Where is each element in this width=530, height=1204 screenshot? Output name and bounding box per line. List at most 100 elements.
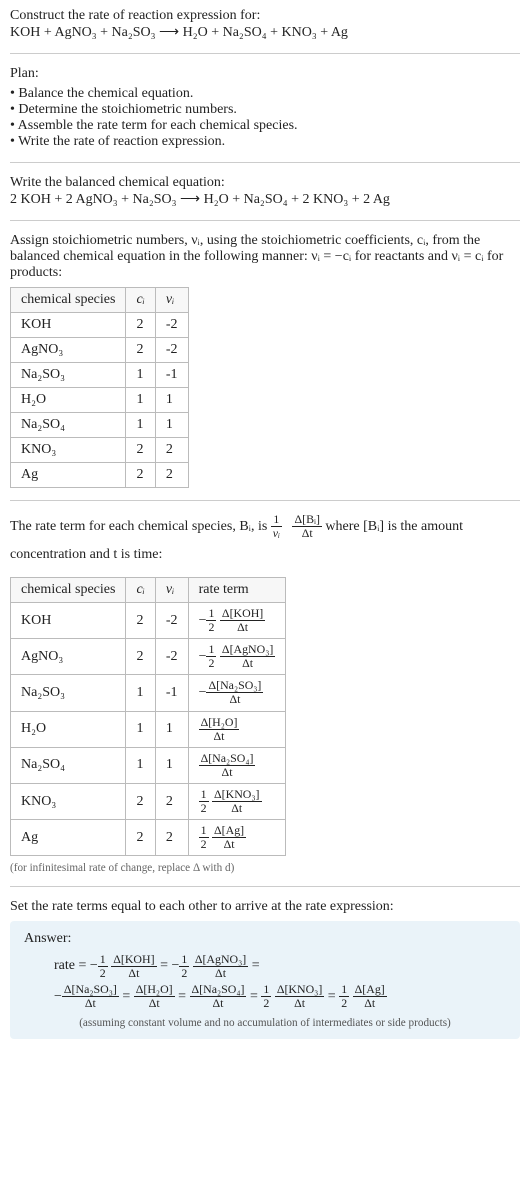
cell-nui: 2 <box>155 783 188 819</box>
balanced-label: Write the balanced chemical equation: <box>10 175 520 191</box>
cell-species: Na₂SO₃ <box>11 675 126 711</box>
cell-species: KNO₃ <box>11 783 126 819</box>
cell-species: Ag <box>11 820 126 856</box>
balanced-section: Write the balanced chemical equation: 2 … <box>10 175 520 208</box>
construct-label: Construct the rate of reaction expressio… <box>10 8 520 24</box>
cell-ci: 2 <box>126 639 155 675</box>
col-species: chemical species <box>11 288 126 313</box>
cell-ci: 2 <box>126 338 155 363</box>
stoich-table: chemical species cᵢ νᵢ KOH2-2AgNO₃2-2Na₂… <box>10 287 189 488</box>
delta-fraction: Δ[Bᵢ] Δt <box>292 513 321 540</box>
cell-nui: -1 <box>155 363 188 388</box>
plan-item: Determine the stoichiometric numbers. <box>10 102 520 118</box>
rateterm-intro: The rate term for each chemical species,… <box>10 513 520 569</box>
cell-rateterm: −12 Δ[KOH]Δt <box>188 603 286 639</box>
table-row: Na₂SO₄11 <box>11 413 189 438</box>
cell-ci: 1 <box>126 747 155 783</box>
cell-ci: 1 <box>126 363 155 388</box>
cell-nui: -2 <box>155 639 188 675</box>
cell-rateterm: Δ[Na₂SO₄]Δt <box>188 747 286 783</box>
cell-ci: 2 <box>126 820 155 856</box>
cell-nui: 2 <box>155 463 188 488</box>
answer-note: (assuming constant volume and no accumul… <box>24 1017 506 1029</box>
table-row: Na₂SO₄11Δ[Na₂SO₄]Δt <box>11 747 286 783</box>
divider <box>10 886 520 887</box>
table-header-row: chemical species cᵢ νᵢ <box>11 288 189 313</box>
col-rateterm: rate term <box>188 578 286 603</box>
cell-nui: -2 <box>155 338 188 363</box>
table-row: KNO₃22 <box>11 438 189 463</box>
cell-ci: 2 <box>126 438 155 463</box>
answer-label: Answer: <box>24 931 506 947</box>
cell-rateterm: 12 Δ[Ag]Δt <box>188 820 286 856</box>
cell-ci: 2 <box>126 463 155 488</box>
plan-label: Plan: <box>10 66 520 82</box>
cell-ci: 1 <box>126 388 155 413</box>
col-ci: cᵢ <box>126 578 155 603</box>
table-row: KOH2-2−12 Δ[KOH]Δt <box>11 603 286 639</box>
cell-species: Na₂SO₄ <box>11 413 126 438</box>
plan-item: Assemble the rate term for each chemical… <box>10 118 520 134</box>
table-row: H₂O11Δ[H₂O]Δt <box>11 711 286 747</box>
plan-list: Balance the chemical equation. Determine… <box>10 86 520 150</box>
cell-nui: -2 <box>155 603 188 639</box>
cell-rateterm: Δ[H₂O]Δt <box>188 711 286 747</box>
balanced-equation: 2 KOH + 2 AgNO₃ + Na₂SO₃ ⟶ H₂O + Na₂SO₄ … <box>10 191 520 208</box>
table-row: AgNO₃2-2 <box>11 338 189 363</box>
rateterm-text-a: The rate term for each chemical species,… <box>10 519 271 534</box>
rateterm-note: (for infinitesimal rate of change, repla… <box>10 862 520 874</box>
table-header-row: chemical species cᵢ νᵢ rate term <box>11 578 286 603</box>
divider <box>10 500 520 501</box>
table-row: AgNO₃2-2−12 Δ[AgNO₃]Δt <box>11 639 286 675</box>
table-row: Ag2212 Δ[Ag]Δt <box>11 820 286 856</box>
col-nui: νᵢ <box>155 288 188 313</box>
unbalanced-equation: KOH + AgNO₃ + Na₂SO₃ ⟶ H₂O + Na₂SO₄ + KN… <box>10 24 520 41</box>
cell-nui: 2 <box>155 438 188 463</box>
answer-box: Answer: rate = −12 Δ[KOH]Δt = −12 Δ[AgNO… <box>10 921 520 1039</box>
plan-section: Plan: Balance the chemical equation. Det… <box>10 66 520 150</box>
table-row: Na₂SO₃1-1 <box>11 363 189 388</box>
table-row: KOH2-2 <box>11 313 189 338</box>
rateterm-table: chemical species cᵢ νᵢ rate term KOH2-2−… <box>10 577 286 856</box>
cell-species: AgNO₃ <box>11 639 126 675</box>
cell-nui: -1 <box>155 675 188 711</box>
cell-species: H₂O <box>11 711 126 747</box>
cell-species: KOH <box>11 603 126 639</box>
cell-rateterm: −Δ[Na₂SO₃]Δt <box>188 675 286 711</box>
cell-rateterm: 12 Δ[KNO₃]Δt <box>188 783 286 819</box>
construct-header: Construct the rate of reaction expressio… <box>10 8 520 41</box>
cell-nui: 1 <box>155 413 188 438</box>
cell-rateterm: −12 Δ[AgNO₃]Δt <box>188 639 286 675</box>
col-ci: cᵢ <box>126 288 155 313</box>
divider <box>10 220 520 221</box>
cell-species: Ag <box>11 463 126 488</box>
cell-ci: 2 <box>126 783 155 819</box>
cell-nui: -2 <box>155 313 188 338</box>
cell-species: AgNO₃ <box>11 338 126 363</box>
cell-nui: 1 <box>155 711 188 747</box>
plan-item: Balance the chemical equation. <box>10 86 520 102</box>
assign-section: Assign stoichiometric numbers, νᵢ, using… <box>10 233 520 488</box>
cell-ci: 2 <box>126 603 155 639</box>
cell-species: Na₂SO₄ <box>11 747 126 783</box>
cell-species: Na₂SO₃ <box>11 363 126 388</box>
cell-species: KNO₃ <box>11 438 126 463</box>
cell-ci: 1 <box>126 413 155 438</box>
cell-nui: 1 <box>155 388 188 413</box>
table-row: H₂O11 <box>11 388 189 413</box>
cell-nui: 2 <box>155 820 188 856</box>
final-label: Set the rate terms equal to each other t… <box>10 899 520 915</box>
divider <box>10 162 520 163</box>
nu-fraction: 1 νᵢ <box>271 513 282 540</box>
table-row: Ag22 <box>11 463 189 488</box>
cell-ci: 2 <box>126 313 155 338</box>
final-section: Set the rate terms equal to each other t… <box>10 899 520 1039</box>
cell-ci: 1 <box>126 711 155 747</box>
table-row: Na₂SO₃1-1−Δ[Na₂SO₃]Δt <box>11 675 286 711</box>
cell-species: H₂O <box>11 388 126 413</box>
table-row: KNO₃2212 Δ[KNO₃]Δt <box>11 783 286 819</box>
cell-species: KOH <box>11 313 126 338</box>
cell-ci: 1 <box>126 675 155 711</box>
col-species: chemical species <box>11 578 126 603</box>
assign-text: Assign stoichiometric numbers, νᵢ, using… <box>10 233 520 281</box>
